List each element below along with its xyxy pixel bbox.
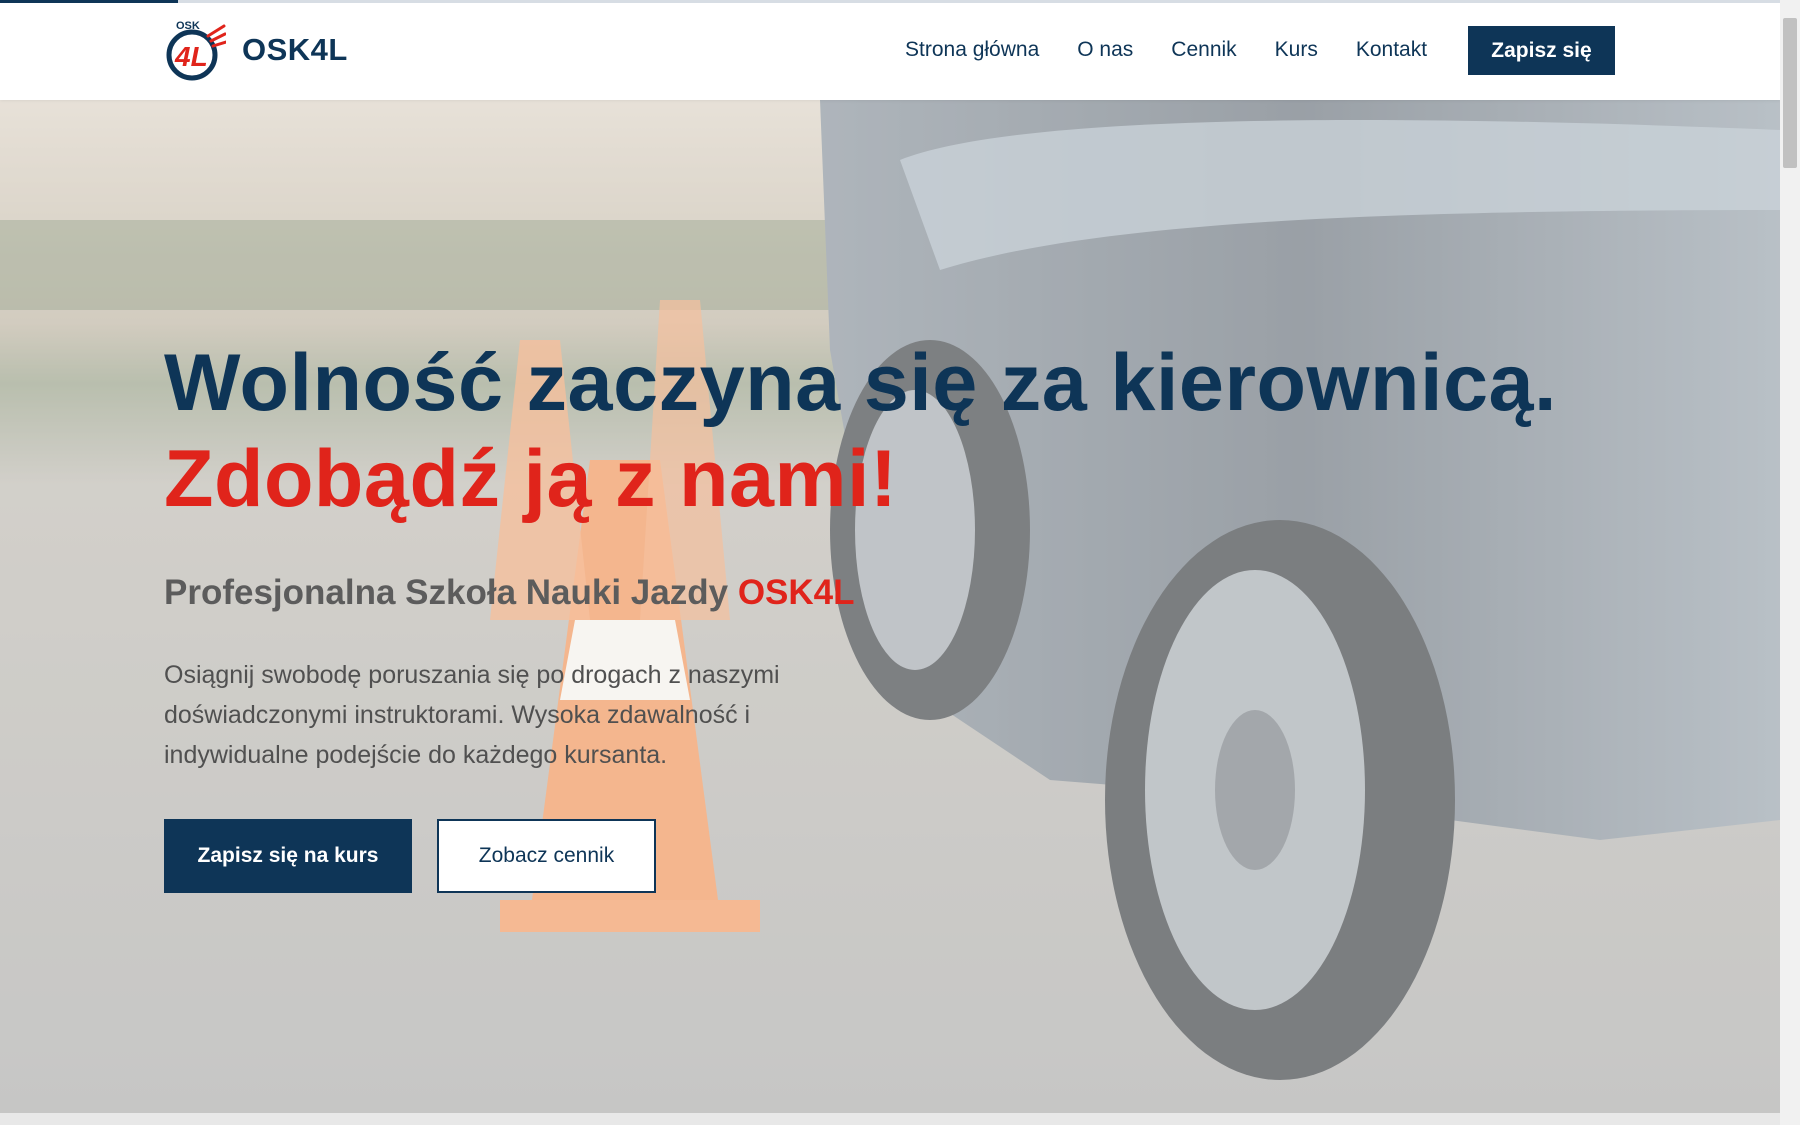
nav-item-contact[interactable]: Kontakt xyxy=(1356,38,1427,62)
logo-link[interactable]: OSK 4L OSK4L xyxy=(164,18,348,82)
logo-icon: OSK 4L xyxy=(166,20,226,81)
site-header: OSK 4L OSK4L Strona główna O nas Cennik … xyxy=(0,0,1780,100)
page-scrollbar[interactable] xyxy=(1780,0,1800,1125)
hero-section: Wolność zaczyna się za kierownicą. Zdobą… xyxy=(0,100,1780,1113)
logo-mark-main: 4L xyxy=(174,41,208,72)
logo-mark-top: OSK xyxy=(176,20,200,32)
signup-course-button[interactable]: Zapisz się na kurs xyxy=(164,819,412,893)
hero-title-line-1: Wolność zaczyna się za kierownicą. xyxy=(164,338,1558,428)
nav-item-pricing[interactable]: Cennik xyxy=(1171,38,1236,62)
hero-subtitle: Profesjonalna Szkoła Nauki Jazdy OSK4L xyxy=(164,573,1624,613)
hero-buttons: Zapisz się na kurs Zobacz cennik xyxy=(164,819,1624,893)
brand-name: OSK4L xyxy=(242,32,348,67)
scrollbar-thumb[interactable] xyxy=(1783,18,1797,168)
main-nav: Strona główna O nas Cennik Kurs Kontakt xyxy=(905,26,1427,74)
nav-item-course[interactable]: Kurs xyxy=(1275,38,1318,62)
next-section-edge xyxy=(0,1113,1780,1125)
hero-content: Wolność zaczyna się za kierownicą. Zdobą… xyxy=(164,335,1624,893)
hero-title-line-2: Zdobądź ją z nami! xyxy=(164,434,898,524)
scroll-progress-bar xyxy=(0,0,1780,3)
scroll-progress-fill xyxy=(0,0,178,3)
nav-item-home[interactable]: Strona główna xyxy=(905,38,1039,62)
hero-subtitle-brand: OSK4L xyxy=(737,573,855,612)
nav-item-about[interactable]: O nas xyxy=(1077,38,1133,62)
hero-subtitle-text: Profesjonalna Szkoła Nauki Jazdy xyxy=(164,573,729,612)
view-pricing-button[interactable]: Zobacz cennik xyxy=(437,819,656,893)
signup-button[interactable]: Zapisz się xyxy=(1468,26,1615,75)
hero-description: Osiągnij swobodę poruszania się po droga… xyxy=(164,661,780,769)
